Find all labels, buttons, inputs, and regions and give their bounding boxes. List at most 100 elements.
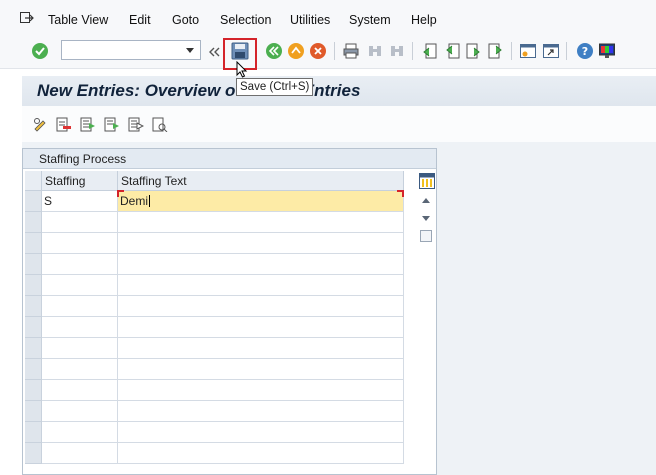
back-icon[interactable] — [265, 42, 283, 60]
command-dropdown-arrow-icon[interactable] — [186, 48, 194, 53]
scrollbar-thumb[interactable] — [420, 230, 432, 242]
select-all-column-header[interactable] — [25, 171, 42, 191]
row-selector[interactable] — [25, 212, 42, 233]
row-selector[interactable] — [25, 317, 42, 338]
row-selector[interactable] — [25, 338, 42, 359]
cancel-icon[interactable] — [309, 42, 327, 60]
delete-row-icon[interactable] — [56, 117, 72, 132]
row-selector[interactable] — [25, 359, 42, 380]
staffing-cell[interactable] — [42, 443, 118, 464]
print-field-list-icon[interactable] — [152, 117, 168, 132]
scroll-up-icon[interactable] — [422, 198, 430, 203]
deselect-all-icon[interactable] — [128, 117, 144, 132]
row-selector[interactable] — [25, 191, 42, 212]
previous-page-icon[interactable] — [443, 42, 461, 60]
menu-selection[interactable]: Selection — [220, 13, 271, 27]
staffing-cell[interactable] — [42, 254, 118, 275]
table-title: Staffing Process — [23, 149, 436, 169]
staffing-text-cell[interactable] — [118, 317, 404, 338]
find-next-icon — [391, 46, 403, 56]
row-selector[interactable] — [25, 275, 42, 296]
staffing-cell[interactable] — [42, 212, 118, 233]
staffing-text-cell-value[interactable]: Demi — [120, 194, 148, 208]
table-row — [25, 338, 405, 359]
staffing-text-cell[interactable] — [118, 443, 404, 464]
staffing-text-cell[interactable] — [118, 275, 404, 296]
select-all-icon[interactable] — [80, 117, 96, 132]
menu-edit[interactable]: Edit — [129, 13, 151, 27]
staffing-process-table: Staffing Process Staffing Staffing Text … — [22, 148, 437, 475]
table-row — [25, 233, 405, 254]
table-row — [25, 254, 405, 275]
table-row — [25, 380, 405, 401]
screen-title-bar: New Entries: Overview of Added Entries — [22, 76, 656, 107]
save-tooltip: Save (Ctrl+S) — [236, 78, 314, 96]
staffing-cell[interactable] — [42, 296, 118, 317]
row-selector[interactable] — [25, 422, 42, 443]
last-page-icon[interactable] — [487, 42, 505, 60]
row-selector[interactable] — [25, 443, 42, 464]
first-page-icon[interactable] — [420, 42, 438, 60]
staffing-cell[interactable] — [42, 380, 118, 401]
staffing-text-cell[interactable] — [118, 401, 404, 422]
staffing-text-cell[interactable] — [118, 338, 404, 359]
expand-double-chevron-icon[interactable] — [208, 46, 222, 58]
menu-help[interactable]: Help — [411, 13, 437, 27]
table-row — [25, 317, 405, 338]
select-block-icon[interactable] — [104, 117, 120, 132]
row-selector[interactable] — [25, 254, 42, 275]
staffing-cell[interactable] — [42, 275, 118, 296]
display-change-icon[interactable] — [33, 117, 49, 132]
row-selector[interactable] — [25, 401, 42, 422]
staffing-cell-value[interactable]: S — [44, 194, 52, 208]
row-selector[interactable] — [25, 233, 42, 254]
menu-goto[interactable]: Goto — [172, 13, 199, 27]
staffing-text-cell[interactable] — [118, 254, 404, 275]
row-selector[interactable] — [25, 296, 42, 317]
print-icon[interactable] — [342, 42, 360, 60]
column-header-staffing-text[interactable]: Staffing Text — [118, 171, 404, 191]
scroll-down-icon[interactable] — [422, 216, 430, 221]
enter-check-icon[interactable] — [31, 42, 49, 60]
shortcut-icon[interactable] — [542, 42, 560, 60]
staffing-text-cell[interactable]: Demi — [117, 190, 404, 212]
next-page-icon[interactable] — [465, 42, 483, 60]
staffing-text-cell[interactable] — [118, 212, 404, 233]
find-icon — [369, 46, 381, 56]
separator — [334, 42, 335, 60]
separator — [412, 42, 413, 60]
row-selector[interactable] — [25, 380, 42, 401]
table-row — [25, 359, 405, 380]
new-session-icon[interactable] — [519, 42, 537, 60]
menu-utilities[interactable]: Utilities — [290, 13, 330, 27]
table-row — [25, 443, 405, 464]
command-field[interactable] — [61, 40, 201, 60]
column-settings-icon[interactable] — [419, 173, 435, 189]
menu-system[interactable]: System — [349, 13, 391, 27]
staffing-cell[interactable]: S — [42, 191, 118, 212]
staffing-cell[interactable] — [42, 233, 118, 254]
staffing-cell[interactable] — [42, 359, 118, 380]
staffing-cell[interactable] — [42, 422, 118, 443]
exit-icon[interactable] — [20, 12, 34, 24]
menu-table-view[interactable]: Table View — [48, 13, 108, 27]
separator — [566, 42, 567, 60]
staffing-text-cell[interactable] — [118, 422, 404, 443]
text-cursor — [149, 195, 151, 207]
table-row — [25, 275, 405, 296]
table-row — [25, 296, 405, 317]
staffing-cell[interactable] — [42, 317, 118, 338]
staffing-text-cell[interactable] — [118, 359, 404, 380]
staffing-text-cell[interactable] — [118, 380, 404, 401]
table-row — [25, 401, 405, 422]
staffing-cell[interactable] — [42, 338, 118, 359]
separator — [511, 42, 512, 60]
staffing-text-cell[interactable] — [118, 296, 404, 317]
customize-layout-icon[interactable] — [598, 42, 616, 60]
staffing-text-cell[interactable] — [118, 233, 404, 254]
exit-orange-icon[interactable] — [287, 42, 305, 60]
table-row: S Demi — [25, 190, 405, 212]
staffing-cell[interactable] — [42, 401, 118, 422]
help-icon[interactable]: ? — [576, 42, 594, 60]
column-header-staffing[interactable]: Staffing — [42, 171, 118, 191]
